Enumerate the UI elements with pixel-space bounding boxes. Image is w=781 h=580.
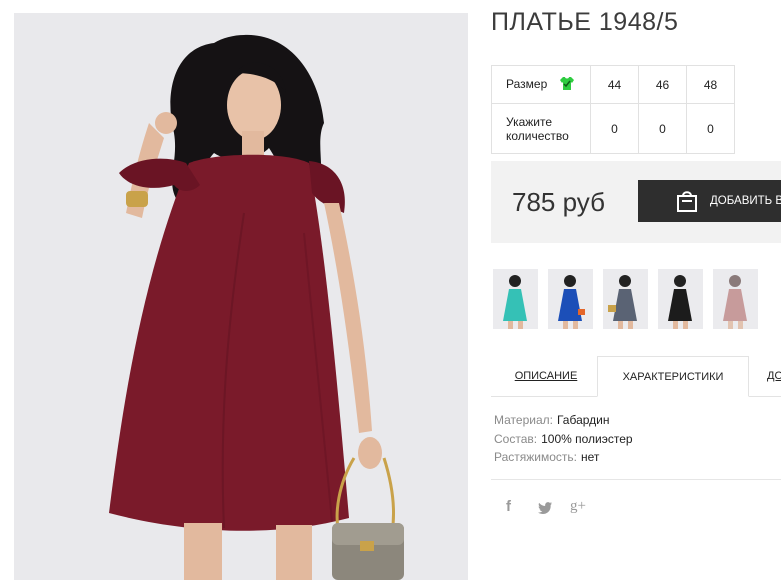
size-table: Размер 44 46 48 Укажите количество 0 0 0 xyxy=(491,65,735,154)
spec-key: Материал: xyxy=(494,413,553,427)
size-48: 48 xyxy=(686,65,735,104)
spec-key: Состав: xyxy=(494,431,538,446)
tab-more[interactable]: ДО xyxy=(767,356,781,397)
quantity-48[interactable]: 0 xyxy=(686,103,735,154)
tab-more-label: ДО xyxy=(767,370,781,382)
add-to-cart-button[interactable]: ДОБАВИТЬ В КОРЗИНУ xyxy=(638,180,781,222)
divider xyxy=(491,479,781,480)
google-plus-icon[interactable]: g+ xyxy=(570,498,586,515)
tab-characteristics[interactable]: ХАРАКТЕРИСТИКИ xyxy=(597,356,749,397)
shopping-bag-icon xyxy=(676,189,698,216)
spec-row: Растяжимость: нет xyxy=(494,448,633,467)
size-label: Размер xyxy=(506,76,548,91)
specifications: Материал: Габардин Состав: 100% полиэстер … xyxy=(494,411,633,467)
quantity-46[interactable]: 0 xyxy=(638,103,687,154)
tab-description[interactable]: ОПИСАНИЕ xyxy=(505,356,587,397)
size-chart-icon[interactable] xyxy=(559,76,575,94)
add-to-cart-label: ДОБАВИТЬ В КОРЗИНУ xyxy=(710,195,781,207)
tab-characteristics-label: ХАРАКТЕРИСТИКИ xyxy=(622,371,724,383)
thumb-gray[interactable] xyxy=(603,269,648,329)
spec-value: нет xyxy=(581,450,600,464)
spec-value: 100% полиэстер xyxy=(541,431,633,446)
price: 785 руб xyxy=(512,187,605,217)
thumb-blue[interactable] xyxy=(548,269,593,329)
product-title: ПЛАТЬЕ 1948/5 xyxy=(491,8,679,36)
thumb-black[interactable] xyxy=(658,269,703,329)
size-44: 44 xyxy=(590,65,639,104)
thumb-turquoise[interactable] xyxy=(493,269,538,329)
tab-description-label: ОПИСАНИЕ xyxy=(514,370,578,382)
spec-row: Материал: Габардин xyxy=(494,411,633,430)
thumb-pink[interactable] xyxy=(713,269,758,329)
facebook-icon[interactable]: f xyxy=(506,498,511,515)
spec-value: Габардин xyxy=(556,413,610,427)
product-tabs: ОПИСАНИЕ ХАРАКТЕРИСТИКИ ДО xyxy=(491,356,781,397)
size-46: 46 xyxy=(638,65,687,104)
quantity-label: Укажите количество xyxy=(491,103,591,154)
quantity-44[interactable]: 0 xyxy=(590,103,639,154)
main-product-image[interactable] xyxy=(14,13,468,580)
size-label-cell: Размер xyxy=(491,65,591,104)
price-bar: 785 руб ДОБАВИТЬ В КОРЗИНУ xyxy=(491,161,781,243)
twitter-icon[interactable] xyxy=(538,502,552,519)
spec-row: Состав: 100% полиэстер xyxy=(494,430,633,449)
spec-key: Растяжимость: xyxy=(494,450,578,464)
